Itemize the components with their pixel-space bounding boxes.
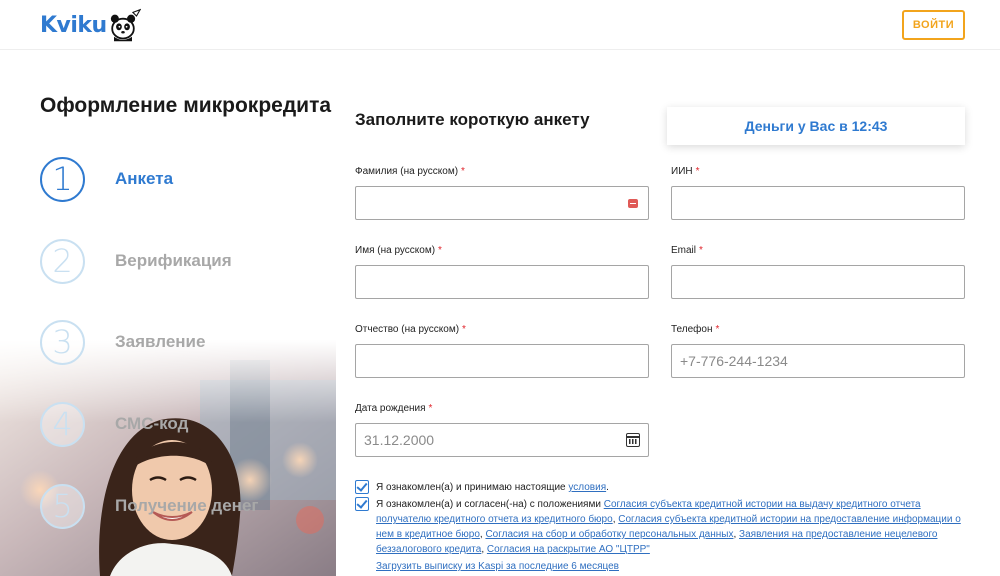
consent-data: Я ознакомлен(а) и согласен(-на) с положе… [355,497,965,557]
header: Kviku ВОЙТИ [0,0,1000,50]
step-number: 2 [40,238,85,284]
step-number: 4 [40,401,85,447]
first-name-label: Имя (на русском) * [355,245,442,256]
terms-checkbox[interactable] [355,480,369,494]
consents: Я ознакомлен(а) и принимаю настоящие усл… [355,480,965,574]
form-title: Заполните короткую анкету [355,110,590,129]
logo[interactable]: Kviku [40,6,141,44]
step-number: 5 [40,483,85,529]
autofill-icon[interactable] [628,199,638,208]
step-number: 3 [40,319,85,365]
consent-terms: Я ознакомлен(а) и принимаю настоящие усл… [355,480,965,495]
patronymic-label: Отчество (на русском) * [355,324,466,335]
data-consent-checkbox[interactable] [355,497,369,511]
countdown-timer: Деньги у Вас в 12:43 [667,107,965,145]
step-label: Анкета [115,169,174,188]
birth-date-label: Дата рождения * [355,403,433,414]
phone-label: Телефон * [671,324,720,335]
first-name-field[interactable] [355,265,649,299]
kaspi-statement-link[interactable]: Загрузить выписку из Kaspi за последние … [376,559,619,574]
birth-date-field[interactable]: 31.12.2000 [355,423,649,457]
patronymic-field[interactable] [355,344,649,378]
smiling-woman-image [0,340,336,576]
page-title: Оформление микрокредита [40,94,332,117]
step-4: 4 СМС-код [40,401,188,447]
calendar-icon[interactable] [626,433,640,447]
step-label: СМС-код [115,414,189,433]
step-1: 1 Анкета [40,156,173,202]
step-label: Заявление [115,332,206,351]
personal-data-consent-link[interactable]: Согласия на сбор и обработку персональны… [485,529,733,540]
step-5: 5 Получение денег [40,483,258,529]
birth-date-placeholder: 31.12.2000 [364,432,435,448]
iin-field[interactable] [671,186,965,220]
logo-text: Kviku [40,12,107,38]
hero-photo [0,340,336,576]
panda-logo-icon [110,8,141,42]
email-field[interactable] [671,265,965,299]
step-label: Получение денег [115,496,259,515]
step-3: 3 Заявление [40,319,205,365]
step-label: Верификация [115,251,232,270]
iin-label: ИИН * [671,166,700,177]
terms-link[interactable]: условия [568,482,606,493]
step-number: 1 [40,156,85,202]
last-name-field[interactable] [355,186,649,220]
disclosure-consent-link[interactable]: Согласия на раскрытие АО "ЦТРР" [487,544,650,555]
step-2: 2 Верификация [40,238,232,284]
email-label: Email * [671,245,703,256]
last-name-label: Фамилия (на русском) * [355,166,465,177]
phone-placeholder: +7-776-244-1234 [680,353,788,369]
login-button[interactable]: ВОЙТИ [902,10,965,40]
phone-field[interactable]: +7-776-244-1234 [671,344,965,378]
